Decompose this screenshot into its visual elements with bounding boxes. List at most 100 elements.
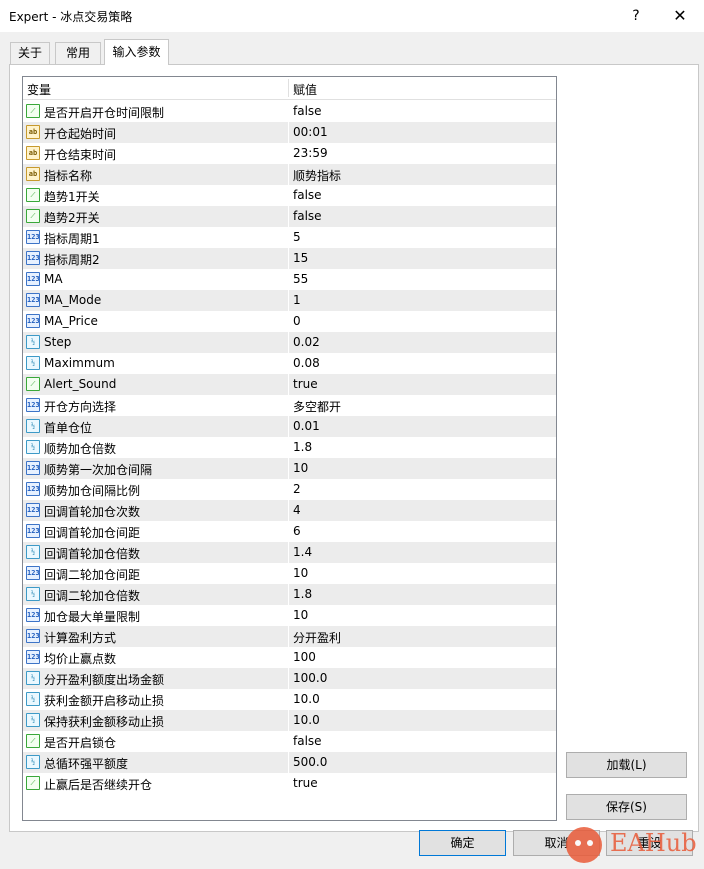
close-button[interactable]: ✕ bbox=[668, 6, 692, 26]
parameter-value[interactable]: 0.08 bbox=[293, 356, 320, 370]
parameter-row[interactable]: 123 顺势加仓间隔比例 2 bbox=[23, 479, 556, 500]
bool-icon: ⟋ bbox=[26, 104, 40, 118]
column-divider[interactable] bbox=[288, 79, 289, 97]
double-icon: ½ bbox=[26, 692, 40, 706]
parameter-row[interactable]: ab 开仓起始时间 00:01 bbox=[23, 122, 556, 143]
tab-common[interactable]: 常用 bbox=[55, 42, 101, 64]
parameter-value[interactable]: false bbox=[293, 188, 322, 202]
load-button[interactable]: 加载(L) bbox=[566, 752, 687, 778]
double-icon: ½ bbox=[26, 440, 40, 454]
tab-about[interactable]: 关于 bbox=[10, 42, 50, 64]
parameter-value[interactable]: false bbox=[293, 209, 322, 223]
parameter-value[interactable]: 10.0 bbox=[293, 713, 320, 727]
parameters-grid[interactable]: 变量 赋值 ⟋ 是否开启开仓时间限制 false ab 开仓起始时间 00:01 ab 开仓结… bbox=[22, 76, 557, 821]
parameter-value[interactable]: 0.01 bbox=[293, 419, 320, 433]
parameter-value[interactable]: true bbox=[293, 776, 318, 790]
parameter-row[interactable]: ⟋ Alert_Sound true bbox=[23, 374, 556, 395]
tab-inputs[interactable]: 输入参数 bbox=[104, 39, 169, 65]
parameter-row[interactable]: ½ 回调首轮加仓倍数 1.4 bbox=[23, 542, 556, 563]
parameter-value[interactable]: 顺势指标 bbox=[293, 167, 341, 184]
column-header-value[interactable]: 赋值 bbox=[293, 81, 317, 98]
parameter-value[interactable]: 1.8 bbox=[293, 440, 312, 454]
parameter-value[interactable]: 100 bbox=[293, 650, 316, 664]
parameter-name: 趋势2开关 bbox=[44, 211, 100, 225]
parameter-value[interactable]: 多空都开 bbox=[293, 398, 341, 415]
bool-icon: ⟋ bbox=[26, 734, 40, 748]
parameter-name: 分开盈利额度出场金额 bbox=[44, 673, 165, 687]
cell-divider bbox=[288, 500, 289, 521]
parameter-value[interactable]: 1.4 bbox=[293, 545, 312, 559]
parameter-value[interactable]: 55 bbox=[293, 272, 308, 286]
parameter-value[interactable]: 10 bbox=[293, 608, 308, 622]
help-button[interactable]: ? bbox=[624, 6, 648, 26]
parameter-name: 获利金额开启移动止损 bbox=[44, 694, 165, 708]
parameter-value[interactable]: 100.0 bbox=[293, 671, 327, 685]
parameter-row[interactable]: ½ 回调二轮加仓倍数 1.8 bbox=[23, 584, 556, 605]
parameter-value[interactable]: 4 bbox=[293, 503, 301, 517]
parameter-row[interactable]: ½ 总循环强平额度 500.0 bbox=[23, 752, 556, 773]
parameter-row[interactable]: ab 指标名称 顺势指标 bbox=[23, 164, 556, 185]
save-button[interactable]: 保存(S) bbox=[566, 794, 687, 820]
parameter-row[interactable]: 123 指标周期1 5 bbox=[23, 227, 556, 248]
parameter-row[interactable]: ⟋ 是否开启开仓时间限制 false bbox=[23, 101, 556, 122]
cell-divider bbox=[288, 668, 289, 689]
parameter-row[interactable]: 123 开仓方向选择 多空都开 bbox=[23, 395, 556, 416]
parameter-value[interactable]: 5 bbox=[293, 230, 301, 244]
parameter-name: 总循环强平额度 bbox=[44, 757, 129, 771]
parameter-row[interactable]: 123 回调首轮加仓间距 6 bbox=[23, 521, 556, 542]
parameter-row[interactable]: ½ Maximmum 0.08 bbox=[23, 353, 556, 374]
parameter-value[interactable]: true bbox=[293, 377, 318, 391]
parameter-row[interactable]: 123 计算盈利方式 分开盈利 bbox=[23, 626, 556, 647]
cell-divider bbox=[288, 395, 289, 416]
parameter-row[interactable]: ½ 保持获利金额移动止损 10.0 bbox=[23, 710, 556, 731]
parameter-row[interactable]: ½ Step 0.02 bbox=[23, 332, 556, 353]
parameter-name: 保持获利金额移动止损 bbox=[44, 715, 165, 729]
parameter-row[interactable]: ⟋ 趋势2开关 false bbox=[23, 206, 556, 227]
parameter-row[interactable]: 123 回调二轮加仓间距 10 bbox=[23, 563, 556, 584]
parameter-value[interactable]: 6 bbox=[293, 524, 301, 538]
parameter-row[interactable]: 123 回调首轮加仓次数 4 bbox=[23, 500, 556, 521]
cell-divider bbox=[288, 626, 289, 647]
parameter-row[interactable]: ½ 获利金额开启移动止损 10.0 bbox=[23, 689, 556, 710]
parameter-value[interactable]: 0.02 bbox=[293, 335, 320, 349]
parameter-value[interactable]: 0 bbox=[293, 314, 301, 328]
parameter-row[interactable]: 123 MA_Price 0 bbox=[23, 311, 556, 332]
parameter-row[interactable]: ½ 顺势加仓倍数 1.8 bbox=[23, 437, 556, 458]
column-header-variable[interactable]: 变量 bbox=[27, 81, 51, 98]
integer-icon: 123 bbox=[26, 650, 40, 664]
parameter-value[interactable]: 500.0 bbox=[293, 755, 327, 769]
parameter-value[interactable]: 分开盈利 bbox=[293, 629, 341, 646]
parameter-value[interactable]: false bbox=[293, 734, 322, 748]
parameter-value[interactable]: 23:59 bbox=[293, 146, 328, 160]
parameter-row[interactable]: ⟋ 趋势1开关 false bbox=[23, 185, 556, 206]
parameter-row[interactable]: ⟋ 是否开启锁仓 false bbox=[23, 731, 556, 752]
parameter-row[interactable]: ⟋ 止赢后是否继续开仓 true bbox=[23, 773, 556, 794]
parameter-row[interactable]: 123 加仓最大单量限制 10 bbox=[23, 605, 556, 626]
ok-button[interactable]: 确定 bbox=[419, 830, 506, 856]
parameter-value[interactable]: 1.8 bbox=[293, 587, 312, 601]
parameter-name: 开仓结束时间 bbox=[44, 148, 117, 162]
parameter-row[interactable]: ½ 分开盈利额度出场金额 100.0 bbox=[23, 668, 556, 689]
parameter-value[interactable]: 00:01 bbox=[293, 125, 328, 139]
parameter-row[interactable]: 123 顺势第一次加仓间隔 10 bbox=[23, 458, 556, 479]
parameter-row[interactable]: ½ 首单仓位 0.01 bbox=[23, 416, 556, 437]
parameter-row[interactable]: 123 MA_Mode 1 bbox=[23, 290, 556, 311]
parameter-row[interactable]: 123 指标周期2 15 bbox=[23, 248, 556, 269]
cell-divider bbox=[288, 584, 289, 605]
parameter-name: Step bbox=[44, 335, 72, 349]
parameter-row[interactable]: 123 MA 55 bbox=[23, 269, 556, 290]
parameter-row[interactable]: 123 均价止赢点数 100 bbox=[23, 647, 556, 668]
parameter-value[interactable]: 10 bbox=[293, 461, 308, 475]
parameter-value[interactable]: false bbox=[293, 104, 322, 118]
parameter-value[interactable]: 2 bbox=[293, 482, 301, 496]
double-icon: ½ bbox=[26, 587, 40, 601]
parameter-value[interactable]: 15 bbox=[293, 251, 308, 265]
parameter-name: 指标名称 bbox=[44, 169, 93, 183]
parameter-value[interactable]: 10 bbox=[293, 566, 308, 580]
parameter-rows: ⟋ 是否开启开仓时间限制 false ab 开仓起始时间 00:01 ab 开仓结束时间 23:… bbox=[23, 101, 556, 794]
cell-divider bbox=[288, 206, 289, 227]
parameter-value[interactable]: 10.0 bbox=[293, 692, 320, 706]
parameter-row[interactable]: ab 开仓结束时间 23:59 bbox=[23, 143, 556, 164]
parameter-value[interactable]: 1 bbox=[293, 293, 301, 307]
integer-icon: 123 bbox=[26, 524, 40, 538]
